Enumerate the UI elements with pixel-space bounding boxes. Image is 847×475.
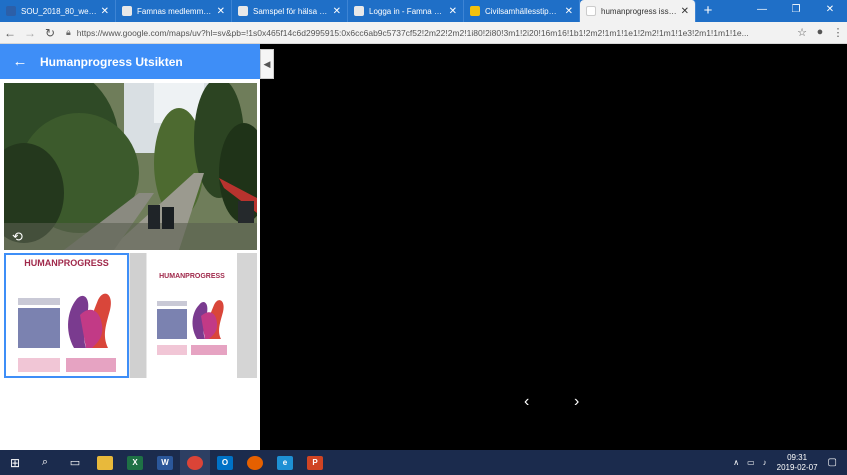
close-tab-icon[interactable]: ✕ <box>101 6 109 17</box>
photo-thumbnails: HUMANPROGRESS HUMANPROGRESS <box>4 253 257 378</box>
forward-icon[interactable]: → <box>20 26 40 40</box>
search-icon[interactable]: ⌕ <box>30 450 60 475</box>
browser-tab-4[interactable]: Logga in - Famna — Vi ✕ <box>348 0 464 22</box>
chrome-icon[interactable] <box>180 450 210 475</box>
back-arrow-icon[interactable]: ← <box>0 53 40 70</box>
tab-title: Samspel för hälsa - Fa <box>253 6 329 16</box>
browser-tab-6[interactable]: humanprogress iss - G ✕ <box>580 0 696 22</box>
back-icon[interactable]: ← <box>0 26 20 40</box>
tab-title: humanprogress iss - G <box>601 6 677 16</box>
next-photo-icon[interactable]: › <box>574 393 579 411</box>
notifications-icon[interactable]: ▢ <box>828 457 837 468</box>
account-icon[interactable]: ● <box>811 26 829 39</box>
tab-title: Logga in - Famna — Vi <box>369 6 445 16</box>
tab-title: Civilsamhällesstipendie <box>485 6 561 16</box>
firefox-icon[interactable] <box>240 450 270 475</box>
street-view-360-icon[interactable]: ⟲ <box>12 229 23 245</box>
previous-photo-icon[interactable]: ‹ <box>524 393 529 411</box>
minimize-icon[interactable]: — <box>745 0 779 22</box>
reload-icon[interactable]: ↻ <box>40 26 60 40</box>
edge-icon[interactable]: e <box>270 450 300 475</box>
close-window-icon[interactable]: ✕ <box>813 0 847 22</box>
volume-icon[interactable]: ♪ <box>763 458 767 467</box>
thumbnail-divider <box>129 253 147 378</box>
site-icon <box>238 6 248 16</box>
menu-icon[interactable]: ⋮ <box>829 26 847 39</box>
collapse-panel-button[interactable]: ◀ <box>260 49 274 79</box>
tab-strip: SOU_2018_80_web_ny ✕ Famnas medlemmar | … <box>0 0 847 22</box>
thumbnail-2[interactable]: HUMANPROGRESS <box>147 253 237 378</box>
file-explorer-icon[interactable] <box>90 450 120 475</box>
thumbnail-1[interactable]: HUMANPROGRESS <box>4 253 129 378</box>
drive-icon <box>470 6 480 16</box>
address-bar: ← → ↻ 🔒︎ https://www.google.com/maps/uv?… <box>0 22 847 44</box>
thumbnail-partial[interactable] <box>237 253 257 378</box>
windows-taskbar: ⊞ ⌕ ▭ X W O e P ∧ ▭ ♪ 09:31 2019-02-07 ▢ <box>0 450 847 475</box>
system-tray: ∧ ▭ ♪ 09:31 2019-02-07 ▢ <box>729 450 847 475</box>
street-view-photo[interactable] <box>4 83 257 250</box>
pdf-icon <box>6 6 16 16</box>
network-icon[interactable]: ▭ <box>747 458 755 467</box>
tab-title: Famnas medlemmar | <box>137 6 213 16</box>
browser-tab-5[interactable]: Civilsamhällesstipendie ✕ <box>464 0 580 22</box>
place-title: Humanprogress Utsikten <box>40 54 183 69</box>
browser-tab-2[interactable]: Famnas medlemmar | ✕ <box>116 0 232 22</box>
close-tab-icon[interactable]: ✕ <box>681 6 689 17</box>
close-tab-icon[interactable]: ✕ <box>217 6 225 17</box>
close-tab-icon[interactable]: ✕ <box>333 6 341 17</box>
restore-icon[interactable]: ❐ <box>779 0 813 22</box>
url-field[interactable]: 🔒︎ https://www.google.com/maps/uv?hl=sv&… <box>66 25 787 41</box>
start-windows-icon[interactable]: ⊞ <box>0 450 30 475</box>
tab-title: SOU_2018_80_web_ny <box>21 6 97 16</box>
clock-date: 2019-02-07 <box>776 462 818 472</box>
new-tab-button[interactable]: + <box>696 0 720 22</box>
excel-icon[interactable]: X <box>120 450 150 475</box>
thumbnail-brand-text: HUMANPROGRESS <box>24 258 109 268</box>
close-tab-icon[interactable]: ✕ <box>449 6 457 17</box>
window-controls: — ❐ ✕ <box>745 0 847 22</box>
humanprogress-logo-image <box>157 300 227 355</box>
browser-tab-1[interactable]: SOU_2018_80_web_ny ✕ <box>0 0 116 22</box>
humanprogress-logo-image <box>18 293 116 372</box>
word-icon[interactable]: W <box>150 450 180 475</box>
lock-icon: 🔒︎ <box>66 27 71 37</box>
system-clock[interactable]: 09:31 2019-02-07 <box>777 453 818 473</box>
powerpoint-icon[interactable]: P <box>300 450 330 475</box>
tray-chevron-icon[interactable]: ∧ <box>733 458 739 467</box>
outlook-icon[interactable]: O <box>210 450 240 475</box>
panel-header: ← Humanprogress Utsikten <box>0 44 260 79</box>
browser-tab-3[interactable]: Samspel för hälsa - Fa ✕ <box>232 0 348 22</box>
site-icon <box>354 6 364 16</box>
bookmark-star-icon[interactable]: ☆ <box>793 26 811 39</box>
clock-time: 09:31 <box>787 452 808 462</box>
street-view-scene <box>4 83 257 250</box>
thumbnail-brand-text: HUMANPROGRESS <box>159 273 225 280</box>
site-icon <box>122 6 132 16</box>
url-text: https://www.google.com/maps/uv?hl=sv&pb=… <box>76 27 749 38</box>
task-view-icon[interactable]: ▭ <box>60 450 90 475</box>
close-tab-icon[interactable]: ✕ <box>565 6 573 17</box>
google-icon <box>586 6 596 16</box>
